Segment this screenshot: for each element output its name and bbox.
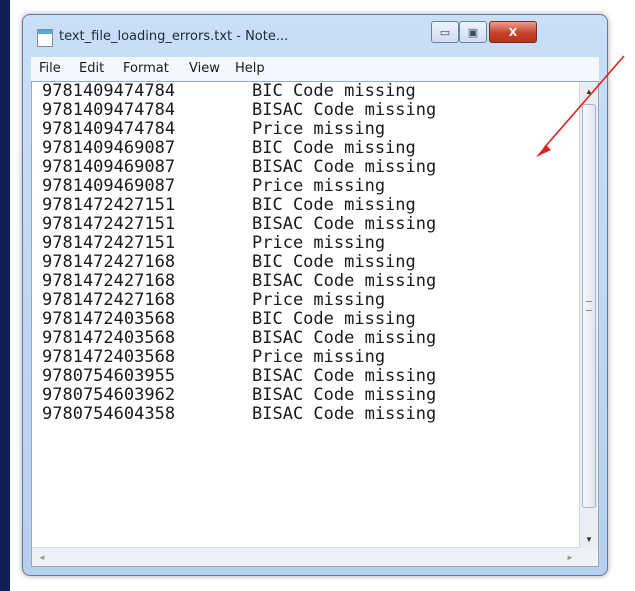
- text-line: 9781472427168 BIC Code missing: [42, 253, 548, 272]
- error-message: BIC Code missing: [252, 81, 416, 101]
- isbn-value: 9781409474784: [42, 100, 176, 120]
- isbn-value: 9781409474784: [42, 119, 176, 139]
- scroll-right-icon[interactable]: ►: [562, 548, 578, 566]
- isbn-value: 9780754603962: [42, 385, 176, 405]
- isbn-value: 9781472427151: [42, 233, 176, 253]
- isbn-value: 9781409469087: [42, 176, 176, 196]
- isbn-value: 9781472427151: [42, 214, 176, 234]
- menu-view[interactable]: View: [189, 61, 220, 76]
- isbn-value: 9780754603955: [42, 366, 176, 386]
- error-message: Price missing: [252, 119, 386, 139]
- text-content[interactable]: 9781409474784 BIC Code missing 97814094747…: [42, 82, 548, 424]
- close-icon: X: [508, 25, 518, 39]
- text-line: 9781472403568 BIC Code missing: [42, 310, 548, 329]
- error-message: BISAC Code missing: [252, 385, 437, 405]
- error-message: BIC Code missing: [252, 252, 416, 272]
- isbn-value: 9781472427151: [42, 195, 176, 215]
- isbn-value: 9781472403568: [42, 328, 176, 348]
- isbn-value: 9781472427168: [42, 290, 176, 310]
- maximize-button[interactable]: ▣: [459, 21, 487, 43]
- error-message: BISAC Code missing: [252, 404, 437, 424]
- error-message: BISAC Code missing: [252, 271, 437, 291]
- text-line: 9781472403568 BISAC Code missing: [42, 329, 548, 348]
- text-line: 9781409469087 BIC Code missing: [42, 139, 548, 158]
- error-message: BISAC Code missing: [252, 366, 437, 386]
- minimize-button[interactable]: ▭: [431, 21, 459, 43]
- isbn-value: 9781409469087: [42, 138, 176, 158]
- notepad-window: text_file_loading_errors.txt - Note... ▭…: [22, 14, 608, 576]
- vertical-scroll-thumb[interactable]: [582, 104, 596, 508]
- error-message: BISAC Code missing: [252, 157, 437, 177]
- error-message: BIC Code missing: [252, 309, 416, 329]
- text-line: 9780754603955 BISAC Code missing: [42, 367, 548, 386]
- minimize-icon: ▭: [439, 25, 451, 39]
- horizontal-scrollbar[interactable]: ◄ ►: [32, 547, 580, 566]
- isbn-value: 9781409469087: [42, 157, 176, 177]
- text-line: 9780754604358 BISAC Code missing: [42, 405, 548, 424]
- scroll-left-icon[interactable]: ◄: [34, 548, 50, 566]
- isbn-value: 9781472427168: [42, 271, 176, 291]
- menu-help[interactable]: Help: [235, 61, 265, 76]
- menu-edit[interactable]: Edit: [79, 61, 104, 76]
- text-line: 9781472427168 BISAC Code missing: [42, 272, 548, 291]
- menu-format[interactable]: Format: [123, 61, 169, 76]
- isbn-value: 9780754604358: [42, 404, 176, 424]
- maximize-icon: ▣: [467, 25, 479, 39]
- text-line: 9781472427151 BIC Code missing: [42, 196, 548, 215]
- text-line: 9781472427168 Price missing: [42, 291, 548, 310]
- error-message: Price missing: [252, 290, 386, 310]
- isbn-value: 9781409474784: [42, 81, 176, 101]
- text-line: 9781409469087 Price missing: [42, 177, 548, 196]
- scroll-up-icon[interactable]: ▲: [580, 82, 598, 100]
- error-message: BIC Code missing: [252, 195, 416, 215]
- error-message: Price missing: [252, 347, 386, 367]
- isbn-value: 9781472403568: [42, 347, 176, 367]
- notepad-icon: [37, 29, 53, 47]
- text-line: 9780754603962 BISAC Code missing: [42, 386, 548, 405]
- error-message: BISAC Code missing: [252, 214, 437, 234]
- error-message: BIC Code missing: [252, 138, 416, 158]
- text-line: 9781472427151 BISAC Code missing: [42, 215, 548, 234]
- text-line: 9781409474784 BIC Code missing: [42, 82, 548, 101]
- vertical-scrollbar[interactable]: ▲ ▼: [579, 82, 598, 548]
- menu-bar: File Edit Format View Help: [31, 57, 599, 82]
- grip-icon: [586, 301, 592, 311]
- text-editor[interactable]: 9781409474784 BIC Code missing 97814094747…: [31, 81, 599, 567]
- window-title: text_file_loading_errors.txt - Note...: [59, 29, 289, 44]
- text-line: 9781409474784 Price missing: [42, 120, 548, 139]
- isbn-value: 9781472427168: [42, 252, 176, 272]
- menu-file[interactable]: File: [39, 61, 61, 76]
- text-line: 9781409474784 BISAC Code missing: [42, 101, 548, 120]
- isbn-value: 9781472403568: [42, 309, 176, 329]
- error-message: Price missing: [252, 233, 386, 253]
- error-message: BISAC Code missing: [252, 328, 437, 348]
- text-line: 9781472403568 Price missing: [42, 348, 548, 367]
- slide-left-band: [0, 0, 10, 591]
- text-line: 9781472427151 Price missing: [42, 234, 548, 253]
- error-message: BISAC Code missing: [252, 100, 437, 120]
- scroll-down-icon[interactable]: ▼: [580, 530, 598, 548]
- close-button[interactable]: X: [489, 21, 537, 43]
- error-message: Price missing: [252, 176, 386, 196]
- text-line: 9781409469087 BISAC Code missing: [42, 158, 548, 177]
- title-bar[interactable]: text_file_loading_errors.txt - Note... ▭…: [23, 15, 607, 57]
- scrollbar-corner: [580, 548, 598, 566]
